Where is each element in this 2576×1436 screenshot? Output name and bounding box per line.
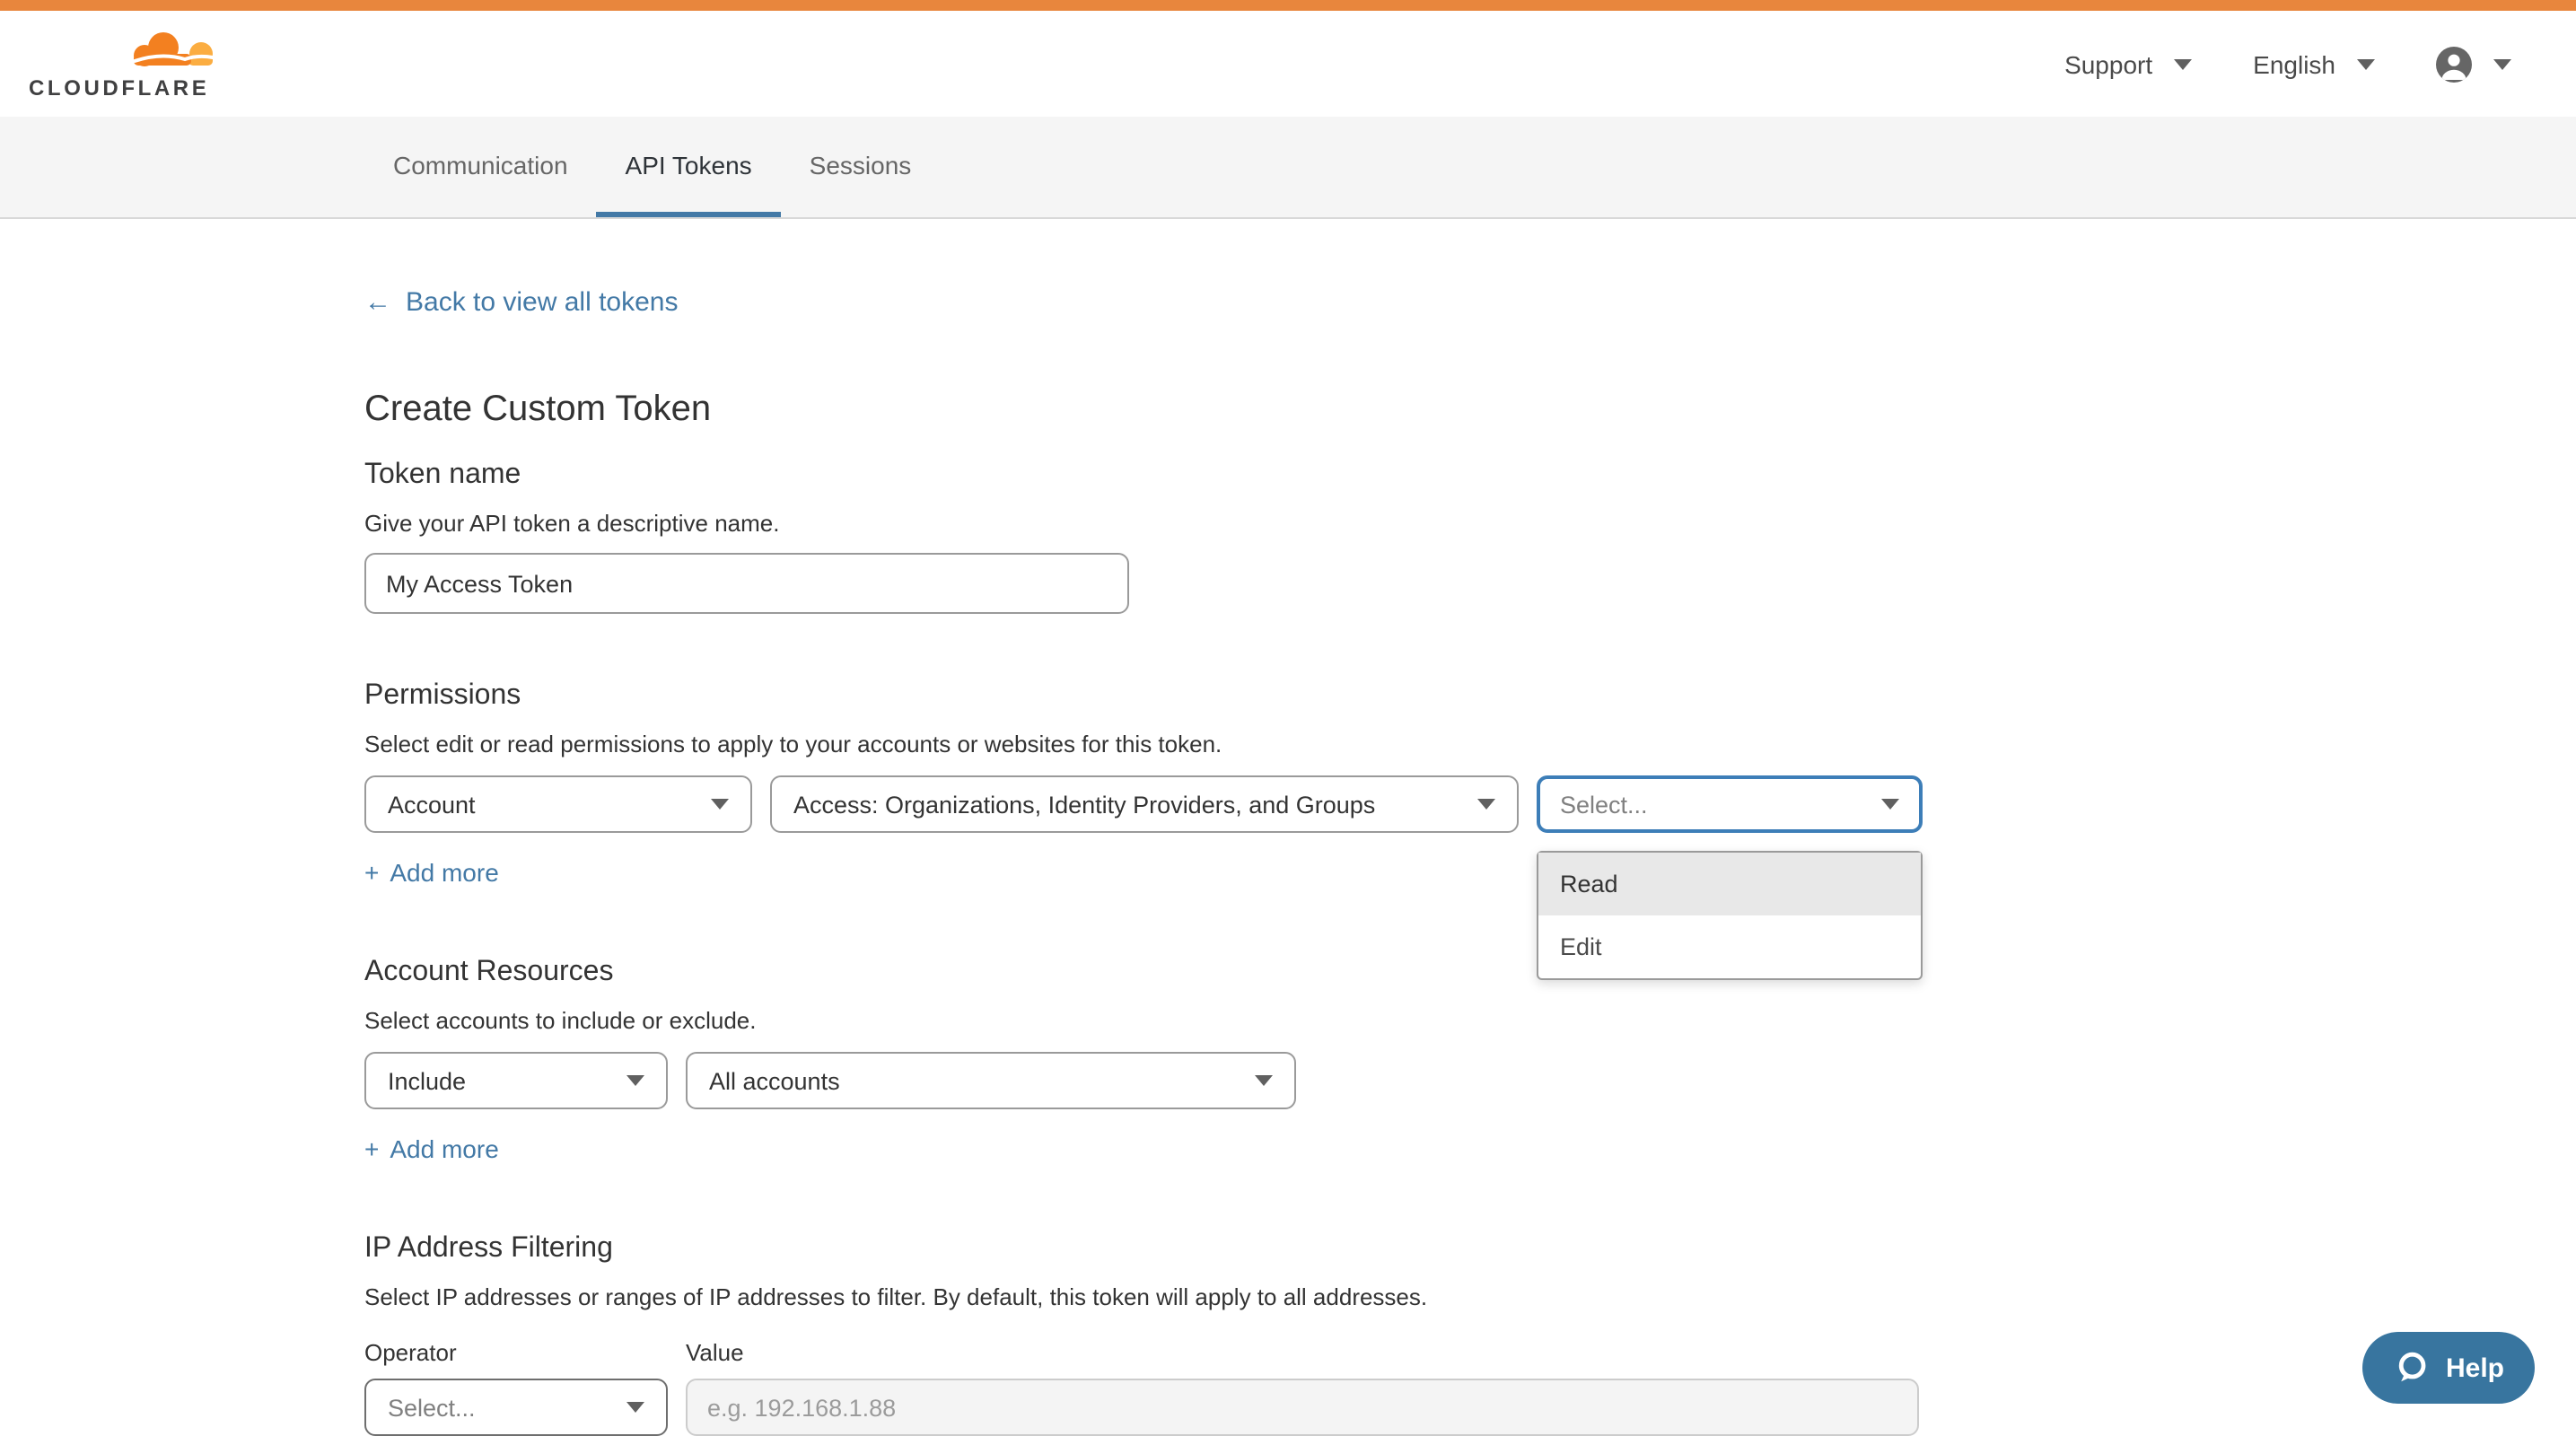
menu-option-label: Edit xyxy=(1560,933,1602,960)
value-label: Value xyxy=(686,1339,744,1366)
permission-level-menu: Read Edit xyxy=(1537,851,1923,980)
permissions-row: Account Access: Organizations, Identity … xyxy=(364,775,2576,833)
header: CLOUDFLARE Support English xyxy=(0,11,2576,117)
account-menu[interactable] xyxy=(2436,46,2511,82)
chevron-down-icon xyxy=(1881,799,1899,810)
permissions-add-more-link[interactable]: + Add more xyxy=(364,858,499,887)
support-menu[interactable]: Support xyxy=(2064,49,2192,78)
plus-icon: + xyxy=(364,1134,379,1163)
chevron-down-icon xyxy=(2493,58,2511,69)
token-name-description: Give your API token a descriptive name. xyxy=(364,510,2576,537)
token-name-section: Token name Give your API token a descrip… xyxy=(364,460,2576,614)
menu-option-edit[interactable]: Edit xyxy=(1538,915,1921,978)
resource-accounts-select[interactable]: All accounts xyxy=(686,1052,1296,1109)
account-resources-heading: Account Resources xyxy=(364,957,2576,989)
chevron-down-icon xyxy=(626,1075,644,1086)
token-name-input[interactable] xyxy=(364,553,1129,614)
profile-tabs: Communication API Tokens Sessions xyxy=(0,117,2576,219)
chat-bubble-icon xyxy=(2394,1350,2430,1386)
cloudflare-wordmark: CLOUDFLARE xyxy=(29,74,215,100)
permissions-heading: Permissions xyxy=(364,680,2576,713)
token-name-heading: Token name xyxy=(364,460,2576,492)
ip-filtering-heading: IP Address Filtering xyxy=(364,1233,2576,1265)
ip-filtering-row: Select... xyxy=(364,1379,2576,1436)
permission-level-select[interactable]: Select... xyxy=(1537,775,1923,833)
back-link-label: Back to view all tokens xyxy=(406,287,679,318)
tab-label: Sessions xyxy=(810,150,912,179)
ip-filtering-labels: Operator Value xyxy=(364,1339,2576,1366)
permission-scope-select[interactable]: Account xyxy=(364,775,752,833)
chevron-down-icon xyxy=(711,799,729,810)
tab-api-tokens[interactable]: API Tokens xyxy=(597,117,781,217)
cloudflare-cloud-icon xyxy=(126,28,215,73)
resource-include-value: Include xyxy=(388,1067,466,1094)
ip-filtering-section: IP Address Filtering Select IP addresses… xyxy=(364,1233,2576,1436)
operator-label: Operator xyxy=(364,1339,686,1366)
back-to-tokens-link[interactable]: ← Back to view all tokens xyxy=(364,287,679,318)
account-resources-section: Account Resources Select accounts to inc… xyxy=(364,957,2576,1167)
tab-communication[interactable]: Communication xyxy=(364,117,597,217)
permission-scope-value: Account xyxy=(388,791,476,818)
tab-sessions[interactable]: Sessions xyxy=(781,117,941,217)
chevron-down-icon xyxy=(626,1402,644,1413)
left-arrow-icon: ← xyxy=(364,287,391,318)
resource-accounts-value: All accounts xyxy=(709,1067,840,1094)
help-button[interactable]: Help xyxy=(2363,1332,2535,1404)
support-menu-label: Support xyxy=(2064,49,2152,78)
account-resources-description: Select accounts to include or exclude. xyxy=(364,1007,2576,1034)
permission-level-wrap: Select... Read Edit xyxy=(1537,775,1923,833)
add-more-label: Add more xyxy=(390,858,498,887)
resource-include-select[interactable]: Include xyxy=(364,1052,668,1109)
permissions-section: Permissions Select edit or read permissi… xyxy=(364,680,2576,890)
ip-filtering-description: Select IP addresses or ranges of IP addr… xyxy=(364,1283,2576,1310)
header-menus: Support English xyxy=(2064,46,2511,82)
permission-group-select[interactable]: Access: Organizations, Identity Provider… xyxy=(770,775,1519,833)
menu-option-read[interactable]: Read xyxy=(1538,853,1921,915)
tab-label: Communication xyxy=(393,150,568,179)
ip-operator-placeholder: Select... xyxy=(388,1394,476,1421)
permissions-description: Select edit or read permissions to apply… xyxy=(364,731,2576,757)
chevron-down-icon xyxy=(1255,1075,1273,1086)
cloudflare-profile-page: CLOUDFLARE Support English xyxy=(0,0,2576,1431)
chevron-down-icon xyxy=(2357,58,2375,69)
language-menu-label: English xyxy=(2253,49,2335,78)
account-resources-add-more-link[interactable]: + Add more xyxy=(364,1134,499,1163)
help-button-label: Help xyxy=(2446,1353,2504,1383)
top-accent-bar xyxy=(0,0,2576,11)
cloudflare-logo[interactable]: CLOUDFLARE xyxy=(29,28,215,100)
account-resources-row: Include All accounts xyxy=(364,1052,2576,1109)
chevron-down-icon xyxy=(2174,58,2192,69)
ip-value-input[interactable] xyxy=(686,1379,1919,1436)
language-menu[interactable]: English xyxy=(2253,49,2375,78)
plus-icon: + xyxy=(364,858,379,887)
page-title: Create Custom Token xyxy=(364,390,2576,431)
chevron-down-icon xyxy=(1477,799,1495,810)
ip-operator-select[interactable]: Select... xyxy=(364,1379,668,1436)
permission-level-placeholder: Select... xyxy=(1560,791,1648,818)
create-token-content: ← Back to view all tokens Create Custom … xyxy=(0,219,2576,1436)
menu-option-label: Read xyxy=(1560,871,1618,898)
permission-group-value: Access: Organizations, Identity Provider… xyxy=(793,791,1375,818)
user-avatar-icon xyxy=(2436,46,2472,82)
add-more-label: Add more xyxy=(390,1134,498,1163)
tab-label: API Tokens xyxy=(626,150,752,179)
